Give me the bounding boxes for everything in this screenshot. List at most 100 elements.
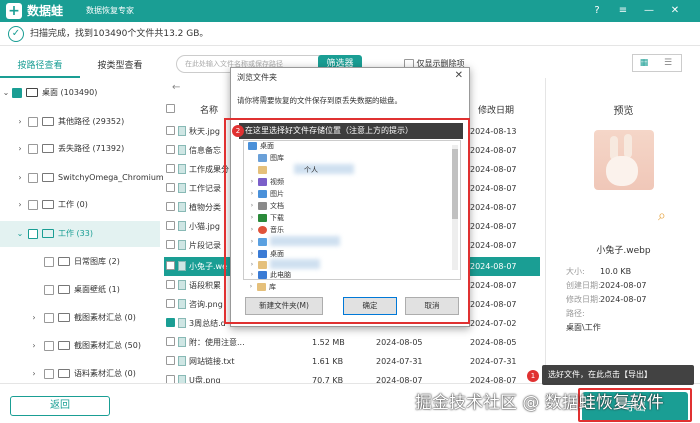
file-icon bbox=[178, 202, 186, 212]
tree-item-label: 工作 (33) bbox=[58, 229, 93, 238]
file-row[interactable]: U盘.png 70.7 KB 2024-08-07 2024-08-07 bbox=[164, 371, 540, 383]
tree-item[interactable]: › 工作 (0) bbox=[0, 192, 160, 218]
column-header-name[interactable]: 名称 bbox=[200, 103, 218, 116]
tree-item-desktop[interactable]: ⌄ 桌面 (103490) bbox=[0, 80, 160, 106]
tree-item-label: 截图素材汇总 (50) bbox=[74, 341, 141, 350]
file-row[interactable]: 附：使用注意... 1.52 MB 2024-08-05 2024-08-05 bbox=[164, 333, 540, 352]
file-icon bbox=[178, 337, 186, 347]
file-created: 2024-08-07 bbox=[376, 376, 423, 383]
folder-icon bbox=[42, 117, 54, 126]
tree-item-selected[interactable]: ⌄ 工作 (33) bbox=[0, 221, 160, 247]
row-checkbox[interactable] bbox=[166, 240, 175, 249]
file-icon bbox=[178, 240, 186, 250]
row-checkbox-checked[interactable] bbox=[166, 318, 175, 327]
file-icon bbox=[178, 356, 186, 366]
tree-checkbox[interactable] bbox=[44, 285, 54, 295]
row-checkbox[interactable] bbox=[166, 375, 175, 383]
tree-item[interactable]: › 其他路径 (29352) bbox=[0, 109, 160, 135]
row-checkbox[interactable] bbox=[166, 261, 175, 270]
chevron-down-icon[interactable]: ⌄ bbox=[2, 80, 10, 106]
hint-badge: 1 bbox=[527, 370, 539, 382]
tree-item[interactable]: 桌面壁纸 (1) bbox=[0, 277, 160, 303]
file-icon bbox=[178, 145, 186, 155]
file-row[interactable]: 网站链接.txt 1.61 KB 2024-07-31 2024-07-31 bbox=[164, 352, 540, 371]
row-checkbox[interactable] bbox=[166, 221, 175, 230]
file-icon bbox=[178, 164, 186, 174]
file-icon bbox=[178, 183, 186, 193]
tree-item-label: 日常图库 (2) bbox=[74, 257, 120, 266]
file-modified: 2024-08-07 bbox=[470, 262, 517, 271]
column-header-modified[interactable]: 修改日期 bbox=[478, 103, 514, 116]
list-view-icon[interactable]: ☰ bbox=[661, 57, 675, 69]
row-checkbox[interactable] bbox=[166, 164, 175, 173]
row-checkbox[interactable] bbox=[166, 337, 175, 346]
row-checkbox[interactable] bbox=[166, 183, 175, 192]
file-modified: 2024-08-07 bbox=[470, 146, 517, 155]
menu-icon[interactable]: ≡ bbox=[615, 3, 631, 19]
file-icon bbox=[178, 221, 186, 231]
tree-checkbox[interactable] bbox=[28, 173, 38, 183]
file-icon bbox=[178, 261, 186, 271]
grid-view-icon[interactable]: ▦ bbox=[637, 57, 651, 69]
tree-checkbox[interactable] bbox=[44, 313, 54, 323]
preview-pane: 预览 ⌕ 小兔子.webp 大小: 10.0 KB 创建日期:2024-08-07… bbox=[545, 78, 700, 378]
tab-by-path[interactable]: 按路径查看 bbox=[0, 56, 80, 78]
row-checkbox[interactable] bbox=[166, 356, 175, 365]
tree-item[interactable]: 日常图库 (2) bbox=[0, 249, 160, 275]
tree-item[interactable]: › 截图素材汇总 (0) bbox=[0, 305, 160, 331]
row-checkbox[interactable] bbox=[166, 145, 175, 154]
dialog-highlight bbox=[224, 118, 470, 324]
row-checkbox[interactable] bbox=[166, 299, 175, 308]
file-size: 70.7 KB bbox=[312, 376, 344, 383]
preview-path: 桌面\工作 bbox=[566, 323, 601, 332]
close-icon[interactable]: ✕ bbox=[667, 3, 683, 19]
chevron-right-icon[interactable]: › bbox=[16, 136, 24, 162]
folder-icon bbox=[42, 229, 54, 238]
chevron-right-icon[interactable]: › bbox=[30, 305, 38, 331]
chevron-right-icon[interactable]: › bbox=[30, 333, 38, 359]
chevron-down-icon[interactable]: ⌄ bbox=[16, 221, 24, 247]
file-modified: 2024-08-07 bbox=[470, 281, 517, 290]
back-button[interactable]: 返回 bbox=[10, 396, 110, 416]
tree-checkbox[interactable] bbox=[44, 257, 54, 267]
chevron-right-icon[interactable]: › bbox=[16, 109, 24, 135]
back-arrow-icon[interactable]: ← bbox=[172, 82, 180, 93]
tree-checkbox[interactable] bbox=[28, 144, 38, 154]
tree-item[interactable]: › SwitchyOmega_Chromium bbox=[0, 165, 164, 191]
row-checkbox[interactable] bbox=[166, 126, 175, 135]
chevron-right-icon[interactable]: › bbox=[30, 361, 38, 380]
tree-checkbox[interactable] bbox=[44, 341, 54, 351]
tree-item[interactable]: › 截图素材汇总 (50) bbox=[0, 333, 160, 359]
row-checkbox[interactable] bbox=[166, 202, 175, 211]
tree-checkbox[interactable] bbox=[28, 229, 38, 239]
tree-checkbox[interactable] bbox=[44, 369, 54, 379]
file-modified: 2024-08-07 bbox=[470, 241, 517, 250]
file-icon bbox=[178, 126, 186, 136]
file-modified: 2024-08-07 bbox=[470, 203, 517, 212]
scan-status-bar: ✓ 扫描完成，找到103490个文件共13.2 GB。 bbox=[0, 22, 700, 46]
file-name: 语段积累 bbox=[189, 281, 221, 290]
zoom-icon[interactable]: ⌕ bbox=[658, 208, 666, 224]
preview-image bbox=[594, 130, 654, 190]
chevron-right-icon[interactable]: › bbox=[16, 165, 24, 191]
help-icon[interactable]: ? bbox=[589, 3, 605, 19]
file-name: 小兔子.we bbox=[189, 262, 228, 271]
tab-by-type[interactable]: 按类型查看 bbox=[80, 56, 160, 78]
tree-item[interactable]: › 丢失路径 (71392) bbox=[0, 136, 160, 162]
tree-checkbox[interactable] bbox=[12, 88, 22, 98]
minimize-icon[interactable]: — bbox=[641, 3, 657, 19]
file-name: U盘.png bbox=[189, 376, 221, 383]
select-all-checkbox[interactable] bbox=[166, 104, 175, 113]
file-name: 咨询.png bbox=[189, 300, 223, 309]
view-tabs: 按路径查看 按类型查看 bbox=[0, 56, 160, 78]
dialog-close-icon[interactable]: ✕ bbox=[455, 70, 463, 81]
export-hint: 选好文件，在此点击【导出】 bbox=[542, 365, 694, 385]
file-name: 信息备忘 bbox=[189, 146, 221, 155]
tree-checkbox[interactable] bbox=[28, 117, 38, 127]
tree-checkbox[interactable] bbox=[28, 200, 38, 210]
row-checkbox[interactable] bbox=[166, 280, 175, 289]
tree-item-label: 桌面壁纸 (1) bbox=[74, 285, 120, 294]
tree-item[interactable]: › 语料素材汇总 (0) bbox=[0, 361, 160, 380]
chevron-right-icon[interactable]: › bbox=[16, 192, 24, 218]
file-size: 1.52 MB bbox=[312, 338, 345, 347]
